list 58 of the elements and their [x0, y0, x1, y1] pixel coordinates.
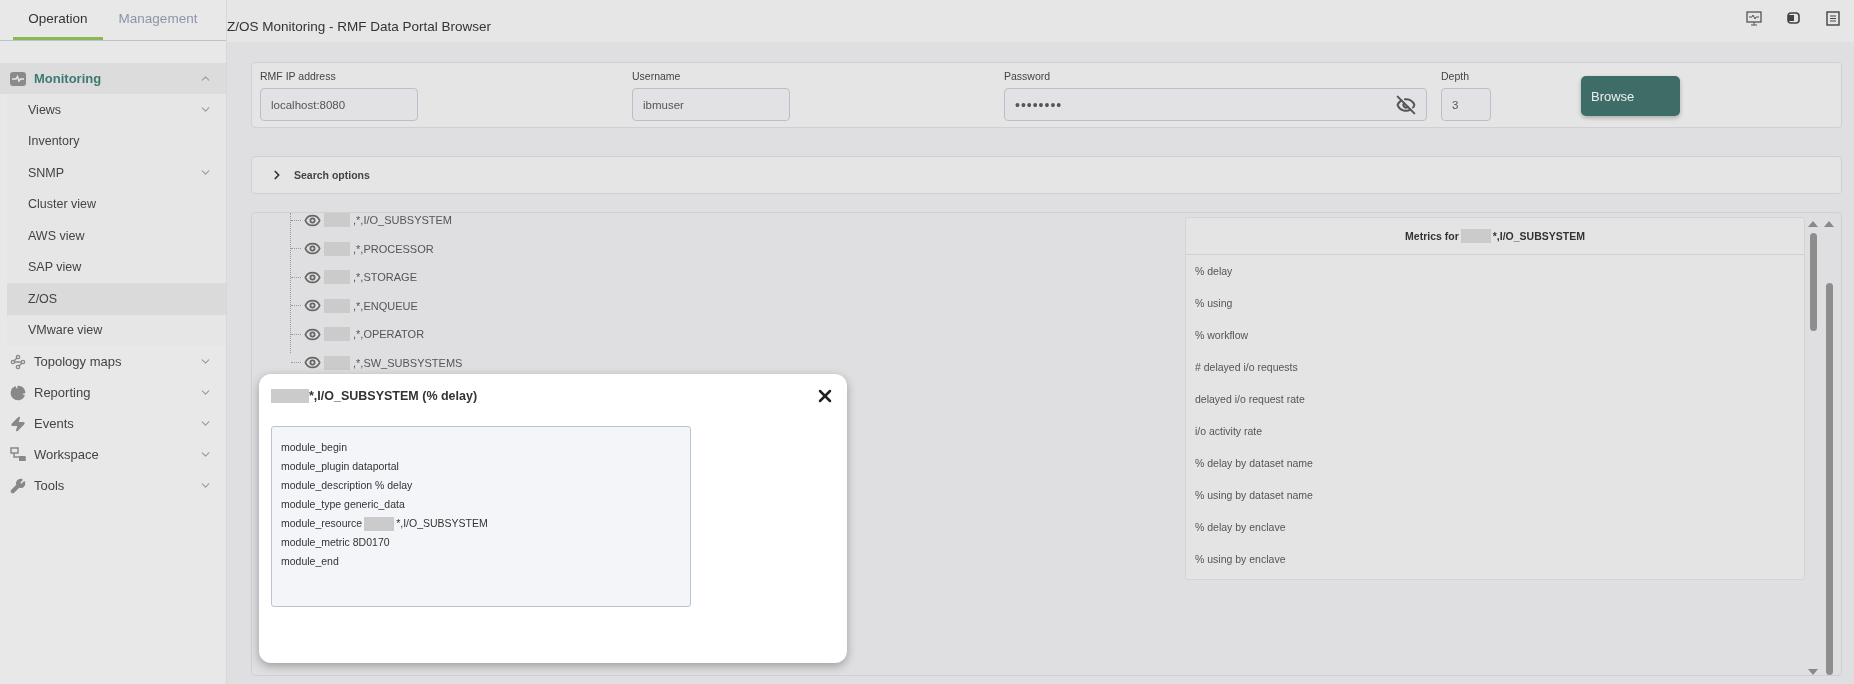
metric-item[interactable]: delayed i/o request rate: [1186, 383, 1804, 415]
pie-chart-icon: [10, 384, 26, 401]
panel-title: Metrics for: [1405, 230, 1459, 242]
sidebar-tab[interactable]: Operation: [13, 0, 103, 40]
nav-item[interactable]: SNMP: [7, 157, 226, 189]
search-options-bar[interactable]: Search options: [251, 156, 1842, 194]
nav-item[interactable]: AWS view: [7, 220, 226, 252]
nav-section[interactable]: Workspace: [0, 439, 226, 470]
field-label: Password: [1004, 70, 1052, 82]
metric-item[interactable]: # delayed i/o requests: [1186, 351, 1804, 383]
nav-item[interactable]: SAP view: [7, 251, 226, 283]
nav-item[interactable]: Inventory: [7, 125, 226, 157]
nav-item[interactable]: Views: [7, 94, 226, 126]
tree-item[interactable]: ,*,I/O_SUBSYSTEM: [353, 214, 453, 227]
redaction-block: [271, 389, 309, 403]
list-icon[interactable]: [1826, 10, 1840, 26]
metric-item[interactable]: % workflow: [1186, 319, 1804, 351]
metric-item[interactable]: % using by dataset name: [1186, 479, 1804, 511]
nav-section[interactable]: Reporting: [0, 377, 226, 408]
input-field[interactable]: 3: [1441, 88, 1491, 121]
heartbeat-icon: [10, 71, 26, 86]
bolt-icon: [10, 415, 26, 432]
nav-section[interactable]: Tools: [0, 470, 226, 501]
nav-item[interactable]: Z/OS: [7, 283, 226, 315]
input-field[interactable]: localhost:8080: [260, 88, 418, 121]
password-field[interactable]: ••••••••: [1004, 88, 1427, 121]
metric-item[interactable]: % using: [1186, 287, 1804, 319]
tree-item[interactable]: ,*,SW_SUBSYSTEMS: [353, 356, 463, 369]
tools-icon: [10, 477, 26, 494]
field-label: Username: [632, 70, 682, 82]
topology-icon: [10, 353, 26, 370]
text-area[interactable]: module_begin module_plugin dataportal module_description % delay module_type generic_data module_resource *,I/O_SUBSYSTEM module_metric 8D0170 module_end: [271, 426, 691, 607]
tree-item[interactable]: ,*,PROCESSOR: [353, 242, 434, 255]
nav-item[interactable]: VMware view: [7, 314, 226, 346]
nav-section[interactable]: Monitoring: [0, 63, 226, 94]
metric-item[interactable]: i/o activity rate: [1186, 415, 1804, 447]
metric-item[interactable]: % delay by enclave: [1186, 511, 1804, 543]
nav-section[interactable]: Topology maps: [0, 346, 226, 377]
field-label: Depth: [1441, 70, 1471, 82]
tree-item[interactable]: ,*,STORAGE: [353, 271, 417, 284]
nav-item[interactable]: Cluster view: [7, 188, 226, 220]
metric-item[interactable]: % using by enclave: [1186, 543, 1804, 575]
redaction-block: [1460, 229, 1491, 243]
metric-item[interactable]: % delay by dataset name: [1186, 447, 1804, 479]
tree-item[interactable]: ,*,ENQUEUE: [353, 299, 418, 312]
tree-item[interactable]: ,*,OPERATOR: [353, 328, 425, 341]
plug-icon[interactable]: [1787, 12, 1801, 24]
panel-title: *,I/O_SUBSYSTEM: [1492, 230, 1585, 242]
input-field[interactable]: ibmuser: [632, 88, 790, 121]
field-label: RMF IP address: [260, 70, 337, 82]
dialog-title: *,I/O_SUBSYSTEM (% delay): [309, 389, 478, 403]
hide-password-icon[interactable]: [1396, 94, 1416, 115]
metric-item[interactable]: % delay: [1186, 255, 1804, 287]
workspace-icon: [10, 447, 26, 462]
page-title: Z/OS Monitoring - RMF Data Portal Browser: [227, 19, 492, 34]
monitor-icon[interactable]: [1746, 10, 1762, 26]
browse-button[interactable]: Browse: [1581, 76, 1680, 116]
nav-section[interactable]: Events: [0, 408, 226, 439]
